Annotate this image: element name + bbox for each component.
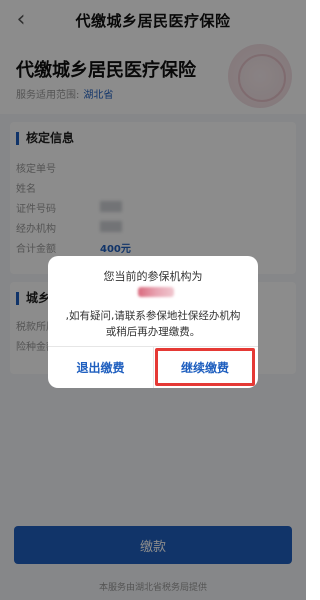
dialog-message-line2: ,如有疑问,请联系参保地社保经办机构或稍后再办理缴费。 — [65, 310, 241, 338]
dialog-message-line1: 您当前的参保机构为 — [103, 270, 203, 283]
institution-dialog: 您当前的参保机构为 ,如有疑问,请联系参保地社保经办机构或稍后再办理缴费。 退出… — [48, 256, 258, 388]
exit-payment-button[interactable]: 退出缴费 — [48, 346, 153, 388]
continue-payment-button[interactable]: 继续缴费 — [155, 348, 255, 386]
dialog-button-divider — [153, 346, 154, 388]
redacted-institution — [138, 287, 174, 297]
